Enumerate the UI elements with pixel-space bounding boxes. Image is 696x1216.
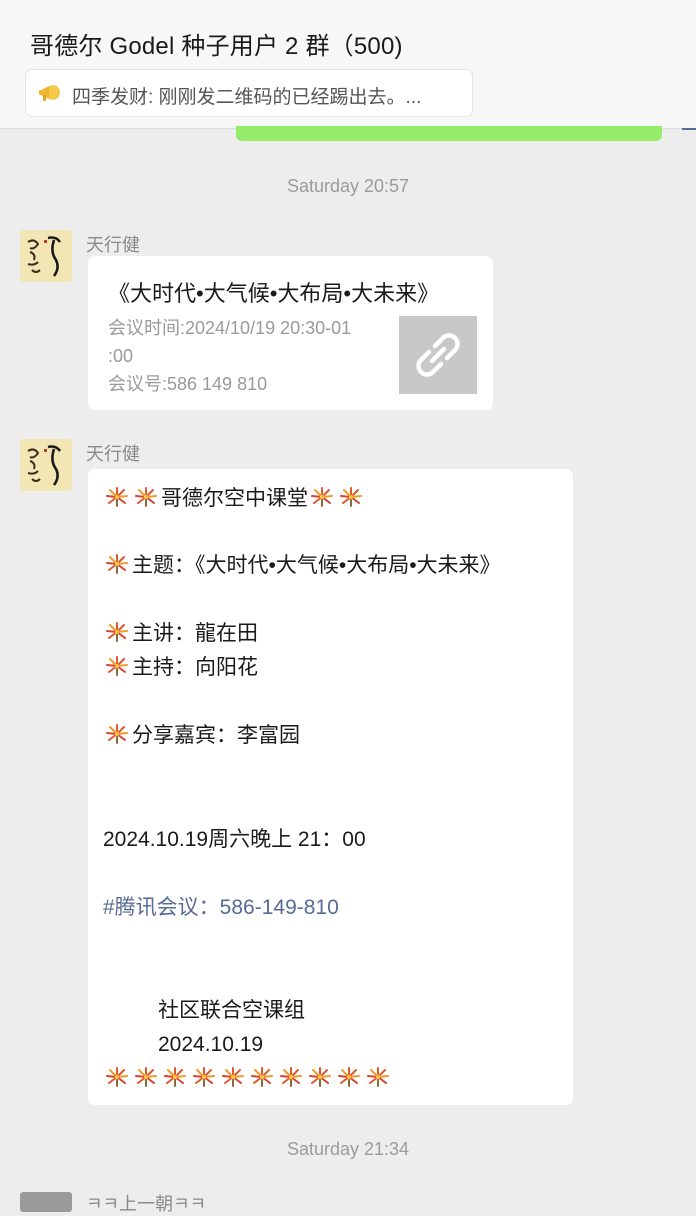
meeting-time-cont: :00 [108, 346, 134, 366]
datetime-text: 2024.10.19周六晚上 21：00 [103, 828, 366, 851]
chat-header: 哥德尔 Godel 种子用户 2 群（500) 四季发财: 刚刚发二维码的已经踢… [0, 0, 696, 129]
firework-emoji [103, 655, 131, 677]
firework-emoji [103, 486, 131, 508]
meeting-time-text: 会议时间:2024/10/19 20:30-01 [108, 318, 352, 338]
firework-emoji [103, 553, 131, 575]
message-line: 主持：向阳花 [103, 654, 258, 682]
pinned-text: 四季发财: 刚刚发二维码的已经踢出去。... [72, 87, 422, 108]
firework-emoji [161, 1066, 189, 1088]
avatar[interactable] [20, 230, 72, 282]
link-thumbnail [399, 316, 477, 394]
text-message-bubble[interactable]: 哥德尔空中课堂 主题：《大时代•大气候•大布局•大未来》 主讲：龍在田 主持：向… [88, 469, 573, 1105]
firework-emoji [190, 1066, 218, 1088]
firework-emoji [103, 1066, 131, 1088]
own-message-bubble[interactable] [236, 126, 662, 141]
meeting-link[interactable]: #腾讯会议：586-149-810 [103, 894, 339, 922]
sender-name: 天行健 [86, 235, 140, 255]
organizer-text: 社区联合空课组 [158, 999, 305, 1022]
link-description: 会议时间:2024/10/19 20:30-01 :00 会议号:586 149… [108, 314, 398, 398]
link-title: 《大时代•大气候•大布局•大未来》 [108, 281, 440, 306]
avatar[interactable] [20, 1192, 72, 1212]
timestamp: Saturday 21:34 [286, 1139, 410, 1159]
firework-emoji [306, 1066, 334, 1088]
link-icon [399, 333, 477, 398]
chat-title[interactable]: 哥德尔 Godel 种子用户 2 群（500) [30, 26, 403, 61]
firework-emoji [308, 486, 336, 508]
date-text: 2024.10.19 [158, 1033, 264, 1056]
message-line: 分享嘉宾：李富园 [103, 722, 300, 750]
pinned-announcement[interactable]: 四季发财: 刚刚发二维码的已经踢出去。... [26, 70, 472, 116]
firework-emoji [337, 486, 365, 508]
topic-text: 主题：《大时代•大气候•大布局•大未来》 [132, 554, 501, 577]
bullhorn-icon [38, 82, 62, 104]
message-line: 主题：《大时代•大气候•大布局•大未来》 [103, 552, 501, 580]
firework-emoji [132, 486, 160, 508]
guest-text: 分享嘉宾：李富园 [132, 724, 300, 747]
sender-name: ㅋㅋ上一朝ㅋㅋ [86, 1194, 207, 1214]
firework-emoji [335, 1066, 363, 1088]
firework-emoji [364, 1066, 392, 1088]
firework-emoji [103, 723, 131, 745]
firework-emoji [248, 1066, 276, 1088]
avatar[interactable] [20, 439, 72, 491]
timestamp: Saturday 20:57 [286, 176, 410, 196]
sender-name: 天行健 [86, 444, 140, 464]
message-line: 主讲：龍在田 [103, 620, 258, 648]
link-card[interactable]: 《大时代•大气候•大布局•大未来》 会议时间:2024/10/19 20:30-… [88, 256, 493, 410]
firework-emoji [132, 1066, 160, 1088]
message-line: 哥德尔空中课堂 [103, 485, 366, 513]
firework-emoji [103, 621, 131, 643]
firework-emoji [277, 1066, 305, 1088]
host-text: 主持：向阳花 [132, 656, 258, 679]
scroll-marker [682, 128, 696, 130]
speaker-text: 主讲：龍在田 [132, 622, 258, 645]
firework-row [103, 1065, 393, 1093]
meeting-id-text: 会议号:586 149 810 [108, 374, 268, 394]
firework-emoji [219, 1066, 247, 1088]
course-title: 哥德尔空中课堂 [161, 487, 308, 510]
